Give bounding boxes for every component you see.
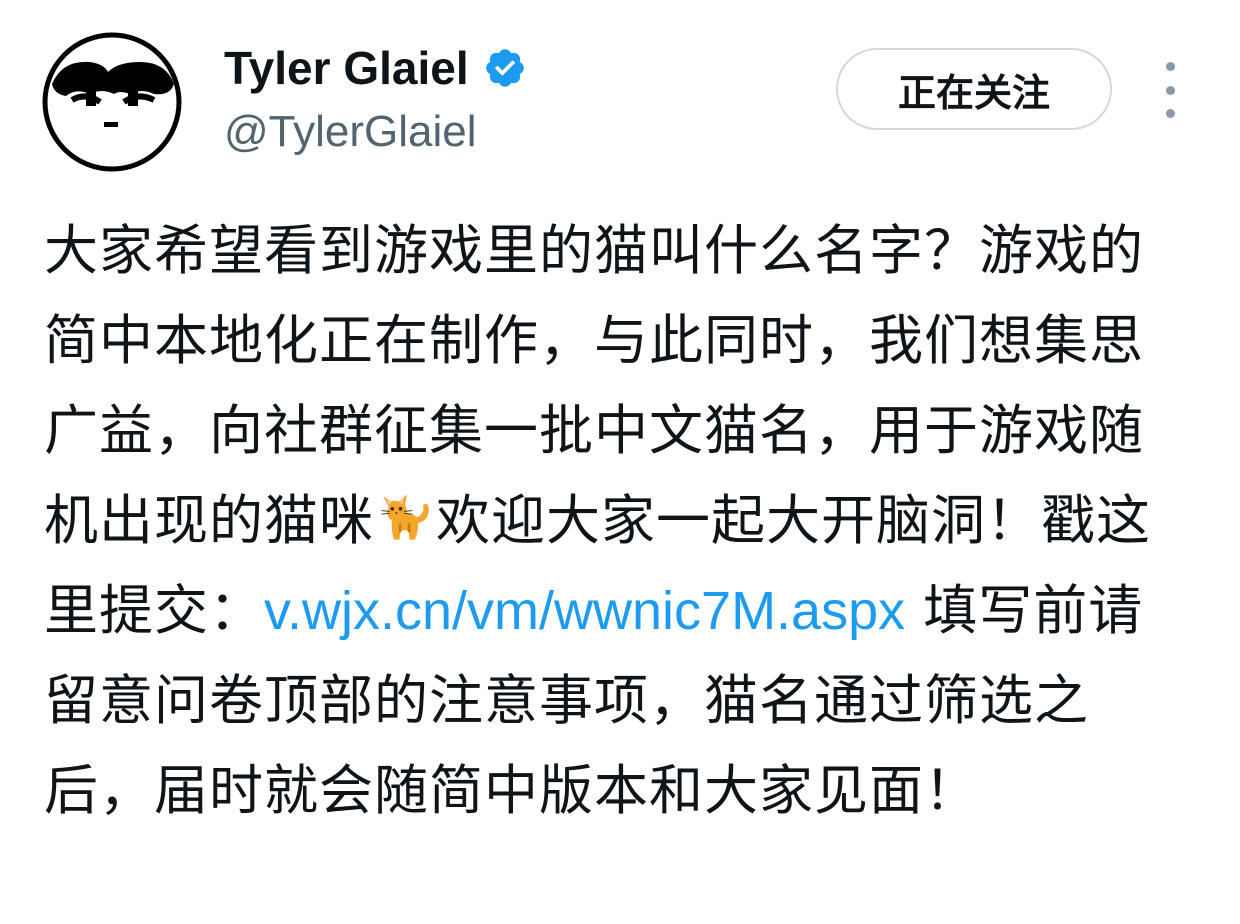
avatar[interactable] [42,32,182,172]
author-info: Tyler Glaiel @TylerGlaiel [224,38,527,160]
more-options-button[interactable] [1150,62,1190,118]
more-vertical-icon [1165,62,1175,71]
tweet-header: Tyler Glaiel @TylerGlaiel 正在关注 [0,0,1240,190]
more-vertical-icon-dot [1165,85,1175,95]
survey-link[interactable]: v.wjx.cn/vm/wwnic7M.aspx [264,581,905,641]
author-display-name[interactable]: Tyler Glaiel [224,38,469,98]
cat-emoji-icon [376,482,434,540]
author-handle[interactable]: @TylerGlaiel [224,104,527,160]
following-button[interactable]: 正在关注 [836,48,1112,130]
display-name-row: Tyler Glaiel [224,38,527,98]
verified-badge-icon [483,46,527,90]
avatar-face-icon [42,32,182,172]
more-vertical-icon-dot [1165,109,1175,118]
tweet-text: 大家希望看到游戏里的猫叫什么名字？游戏的简中本地化正在制作，与此同时，我们想集思… [44,206,1194,836]
